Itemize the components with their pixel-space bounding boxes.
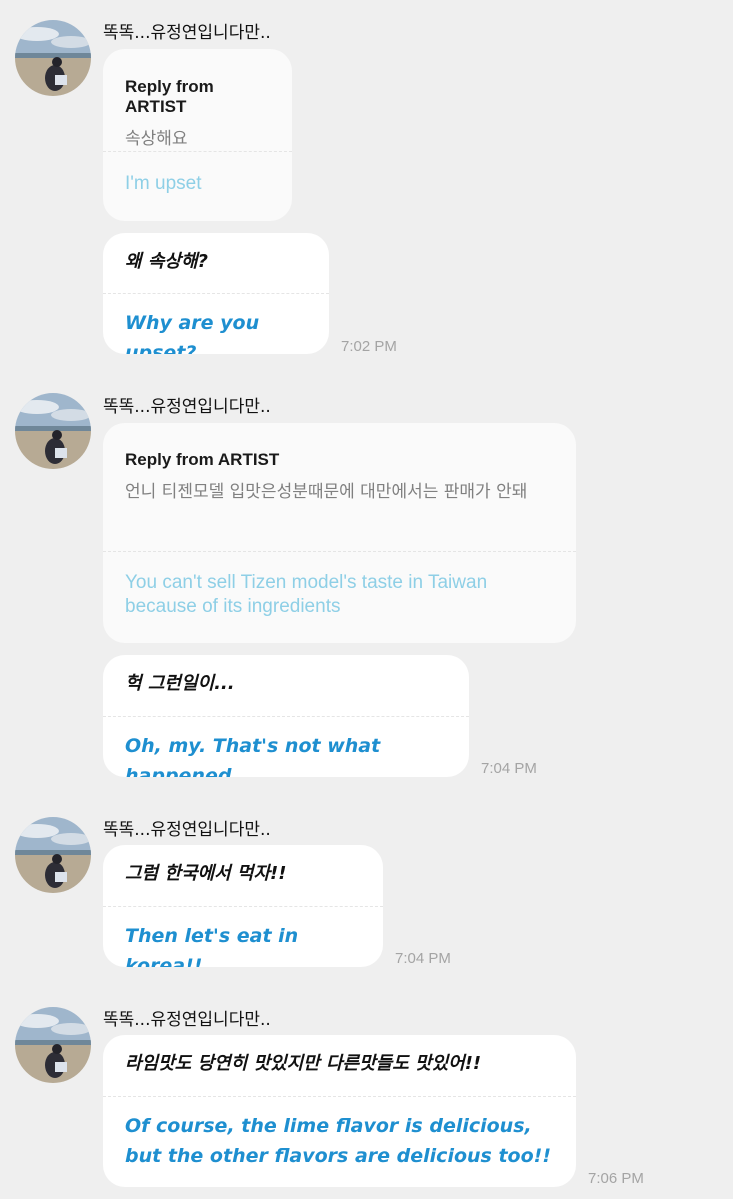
reply-original-text: 속상해요 [125,129,188,149]
beach-photo-avatar-icon [15,1007,91,1083]
beach-photo-avatar-icon [15,393,91,469]
message-translation: Oh, my. That's not what happened... [125,735,381,777]
reply-original-text: 언니 티젠모델 입맛은성분때문에 대만에서는 판매가 안돼 [125,482,528,502]
message-translation: Of course, the lime flavor is delicious,… [125,1115,551,1167]
message-bubble[interactable]: 왜 속상해? Why are you upset? [103,233,329,354]
reply-label: Reply from ARTIST [125,450,280,469]
message-translation: Then let's eat in korea!! [125,925,299,967]
reply-translation: I'm upset [125,173,202,194]
timestamp: 7:04 PM [481,760,537,777]
message-text: 라임맛도 당연히 맛있지만 다른맛들도 맛있어!! [125,1053,482,1074]
message-bubble[interactable]: 그럼 한국에서 먹자!! Then let's eat in korea!! [103,845,383,967]
message-bubble[interactable]: 헉 그런일이... Oh, my. That's not what happen… [103,655,469,777]
avatar[interactable] [15,1007,91,1083]
reply-translation: You can't sell Tizen model's taste in Ta… [125,572,488,617]
message-text: 헉 그런일이... [125,673,235,694]
avatar[interactable] [15,817,91,893]
reply-bubble[interactable]: Reply from ARTIST 속상해요 I'm upset [103,49,292,221]
sender-name: 똑똑...유정연입니다만.. [103,23,271,43]
message-bubble[interactable]: 라임맛도 당연히 맛있지만 다른맛들도 맛있어!! Of course, the… [103,1035,576,1187]
message-text: 그럼 한국에서 먹자!! [125,863,287,884]
message-translation: Why are you upset? [125,312,260,354]
avatar[interactable] [15,393,91,469]
sender-name: 똑똑...유정연입니다만.. [103,1010,271,1030]
reply-bubble[interactable]: Reply from ARTIST 언니 티젠모델 입맛은성분때문에 대만에서는… [103,423,576,643]
timestamp: 7:06 PM [588,1170,644,1187]
beach-photo-avatar-icon [15,817,91,893]
avatar[interactable] [15,20,91,96]
reply-label: Reply from ARTIST [125,77,214,116]
sender-name: 똑똑...유정연입니다만.. [103,820,271,840]
timestamp: 7:04 PM [395,950,451,967]
sender-name: 똑똑...유정연입니다만.. [103,397,271,417]
message-text: 왜 속상해? [125,251,208,272]
timestamp: 7:02 PM [341,338,397,355]
beach-photo-avatar-icon [15,20,91,96]
